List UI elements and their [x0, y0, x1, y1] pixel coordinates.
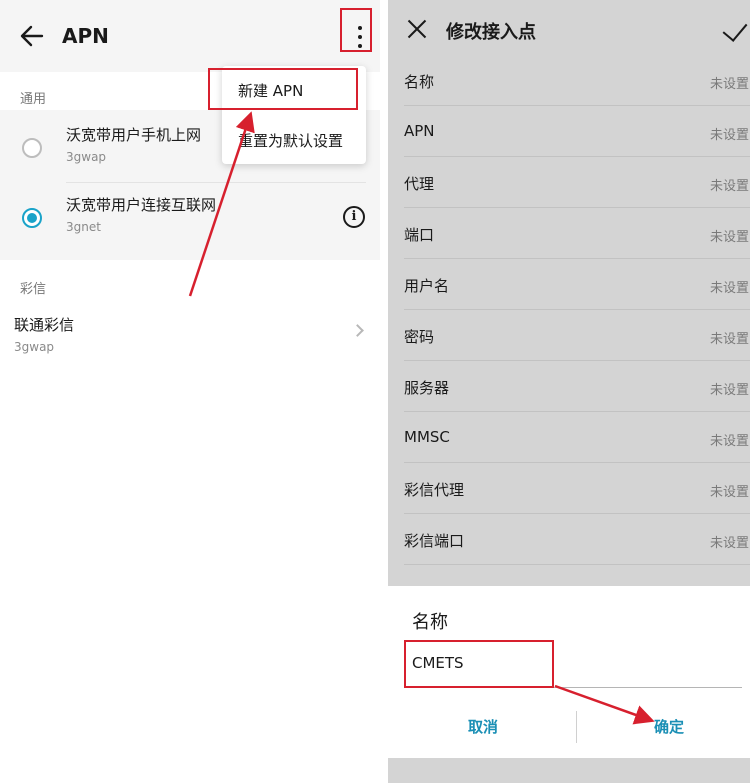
app-bar: APN — [0, 0, 380, 72]
field-row-port[interactable]: 端口 未设置 — [388, 208, 750, 259]
apn-item-name: 沃宽带用户手机上网 — [66, 126, 202, 144]
field-label: 密码 — [404, 328, 435, 346]
back-arrow-icon[interactable] — [18, 22, 46, 50]
field-label: 代理 — [404, 175, 435, 193]
radio-button-selected[interactable] — [22, 208, 42, 228]
radio-button-unselected[interactable] — [22, 138, 42, 158]
bottom-strip — [388, 758, 750, 783]
field-row-mms-proxy[interactable]: 彩信代理 未设置 — [388, 463, 750, 514]
field-label: 彩信代理 — [404, 481, 465, 499]
apn-list-screen: APN 通用 沃宽带用户手机上网 3gwap 沃宽带用户连接互联网 3gnet … — [0, 0, 380, 783]
field-row-mms-port[interactable]: 彩信端口 未设置 — [388, 514, 750, 565]
field-row-proxy[interactable]: 代理 未设置 — [388, 157, 750, 208]
apn-item-type: 3gnet — [66, 220, 101, 234]
dialog-title: 名称 — [412, 612, 448, 633]
field-value: 未设置 — [710, 332, 750, 347]
page-title: APN — [62, 24, 109, 48]
field-row-mmsc[interactable]: MMSC 未设置 — [388, 412, 750, 463]
field-label: 端口 — [404, 226, 435, 244]
divider — [66, 182, 366, 183]
new-apn-highlight — [208, 68, 358, 110]
section-label-general: 通用 — [20, 92, 47, 107]
info-icon[interactable]: i — [343, 206, 365, 228]
field-value: 未设置 — [710, 128, 750, 143]
confirm-button[interactable]: 确定 — [654, 716, 684, 737]
edit-access-point-screen: 修改接入点 名称 未设置 APN 未设置 代理 未设置 端口 未设置 用户名 未… — [388, 0, 750, 783]
field-row-server[interactable]: 服务器 未设置 — [388, 361, 750, 412]
divider — [404, 564, 750, 565]
app-bar: 修改接入点 — [388, 0, 750, 62]
field-value: 未设置 — [710, 434, 750, 449]
field-label: 彩信端口 — [404, 532, 465, 550]
button-divider — [576, 711, 577, 743]
apn-item-2[interactable]: 沃宽带用户连接互联网 3gnet i — [0, 184, 380, 256]
field-value: 未设置 — [710, 179, 750, 194]
mms-item-type: 3gwap — [14, 340, 55, 354]
apn-item-name: 沃宽带用户连接互联网 — [66, 196, 217, 214]
name-input-highlight — [404, 640, 554, 688]
field-value: 未设置 — [710, 77, 750, 92]
check-icon[interactable] — [722, 16, 748, 42]
field-value: 未设置 — [710, 536, 750, 551]
field-row-password[interactable]: 密码 未设置 — [388, 310, 750, 361]
field-row-apn[interactable]: APN 未设置 — [388, 106, 750, 157]
cancel-button[interactable]: 取消 — [468, 716, 498, 737]
close-icon[interactable] — [406, 18, 428, 40]
field-value: 未设置 — [710, 383, 750, 398]
field-label: 服务器 — [404, 379, 450, 397]
field-value: 未设置 — [710, 281, 750, 296]
page-title: 修改接入点 — [446, 22, 536, 43]
field-label: MMSC — [404, 428, 450, 446]
field-label: 名称 — [404, 73, 435, 91]
apn-item-type: 3gwap — [66, 150, 107, 164]
section-label-mms: 彩信 — [20, 282, 47, 297]
mms-item-name: 联通彩信 — [14, 316, 75, 334]
more-options-highlight — [340, 8, 372, 52]
field-label: 用户名 — [404, 277, 450, 295]
field-row-name[interactable]: 名称 未设置 — [388, 55, 750, 106]
field-value: 未设置 — [710, 485, 750, 500]
mms-apn-item[interactable]: 联通彩信 3gwap — [0, 306, 380, 366]
field-value: 未设置 — [710, 230, 750, 245]
field-row-username[interactable]: 用户名 未设置 — [388, 259, 750, 310]
field-label: APN — [404, 122, 435, 140]
menu-item-reset-default[interactable]: 重置为默认设置 — [238, 130, 343, 151]
